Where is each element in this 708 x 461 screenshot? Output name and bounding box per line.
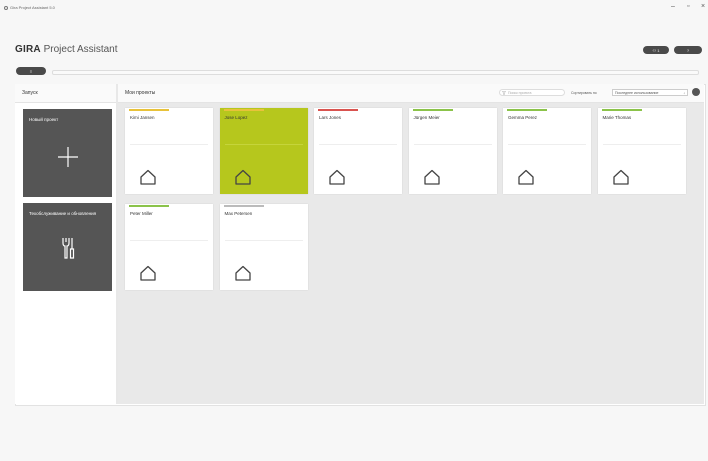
minimize-button[interactable]: – <box>671 3 675 10</box>
project-search-input[interactable]: Поиск проекта <box>499 89 565 96</box>
project-status-bar <box>318 109 358 111</box>
card-divider <box>319 144 397 145</box>
brand-name: GIRA <box>15 44 41 55</box>
new-project-label: Новый проект <box>29 117 59 122</box>
house-icon <box>612 169 629 185</box>
search-placeholder: Поиск проекта <box>508 90 532 95</box>
card-divider <box>413 144 492 145</box>
help-button[interactable]: ? <box>674 46 702 54</box>
window-title: Gira Project Assistant 5.0 <box>4 5 55 10</box>
project-status-bar <box>412 109 453 111</box>
project-card[interactable]: Jürgen Meier <box>408 108 497 194</box>
start-header: Запуск <box>15 84 116 103</box>
card-divider <box>602 144 681 145</box>
project-status-bar <box>223 109 264 111</box>
projects-header: Мои проекты Поиск проекта Сортировать по… <box>118 84 704 103</box>
house-icon <box>423 169 440 185</box>
sort-direction-icon[interactable]: ↓ <box>683 91 685 95</box>
project-name: Marie Thomas <box>602 115 632 120</box>
profile-avatar[interactable] <box>692 88 700 96</box>
window-title-text: Gira Project Assistant 5.0 <box>10 5 55 10</box>
house-icon <box>234 265 251 281</box>
project-status-bar <box>223 205 264 207</box>
project-card[interactable]: Lars Jones <box>314 108 402 194</box>
close-button[interactable]: × <box>701 3 705 10</box>
project-name: Kimi Jansen <box>130 115 155 120</box>
house-icon <box>140 169 156 185</box>
projects-title: Мои проекты <box>125 90 156 96</box>
project-name: Lars Jones <box>319 115 342 120</box>
wrench-screwdriver-icon <box>62 238 75 259</box>
brand-product: Project Assistant <box>43 44 118 55</box>
card-divider <box>130 144 208 145</box>
start-title: Запуск <box>22 90 38 96</box>
project-name: Max Petersen <box>224 211 253 216</box>
menu-button[interactable]: ≡ <box>16 67 46 75</box>
sort-value: Последнее использование <box>615 90 659 95</box>
project-card[interactable]: Peter Miller <box>125 204 213 290</box>
plus-icon <box>58 147 78 167</box>
project-card[interactable]: Max Petersen <box>219 204 308 290</box>
toolbar-strip <box>52 70 699 75</box>
house-icon <box>329 169 345 185</box>
house-icon <box>234 169 251 185</box>
card-divider <box>508 144 586 145</box>
project-status-bar <box>129 205 169 207</box>
project-status-bar <box>129 109 169 111</box>
house-icon <box>518 169 534 185</box>
maximize-button[interactable]: ▫ <box>687 3 689 10</box>
title-bar: Gira Project Assistant 5.0 – ▫ × <box>0 0 708 16</box>
project-status-bar <box>507 109 547 111</box>
user-button[interactable]: ⚇ 1 <box>643 46 669 54</box>
card-divider <box>130 240 208 241</box>
app-window: Gira Project Assistant 5.0 – ▫ × GIRA Pr… <box>0 0 708 461</box>
project-status-bar <box>601 109 642 111</box>
filter-icon <box>502 90 506 95</box>
maintenance-label: Техобслуживание и обновления <box>29 211 97 216</box>
card-divider <box>224 144 303 145</box>
house-icon <box>140 265 156 281</box>
sort-label: Сортировать по <box>571 91 597 95</box>
project-name: Peter Miller <box>130 211 153 216</box>
card-divider <box>224 240 303 241</box>
app-brand: GIRA Project Assistant <box>15 44 118 55</box>
new-project-tile[interactable]: Новый проект <box>23 109 112 197</box>
sort-select[interactable]: Последнее использование ↓ <box>612 89 688 96</box>
project-name: Jürgen Meier <box>413 115 440 120</box>
app-icon <box>4 5 8 10</box>
maintenance-tile[interactable]: Техобслуживание и обновления <box>23 203 112 291</box>
project-card[interactable]: Gemma Perez <box>503 108 591 194</box>
project-name: Jose Lopez <box>224 115 248 120</box>
project-name: Gemma Perez <box>508 115 538 120</box>
project-card[interactable]: Kimi Jansen <box>125 108 213 194</box>
project-card[interactable]: Marie Thomas <box>597 108 686 194</box>
project-card[interactable]: Jose Lopez <box>219 108 308 194</box>
